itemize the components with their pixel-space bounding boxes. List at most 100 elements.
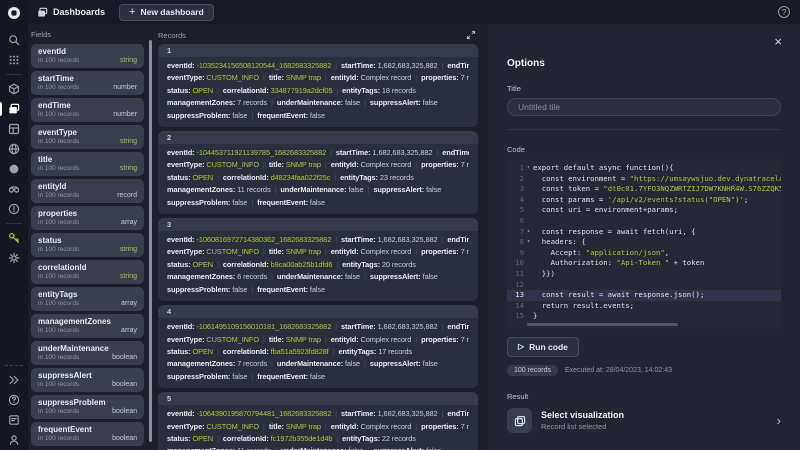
field-card-managementZones[interactable]: managementZones in 100 records array xyxy=(31,314,144,338)
breadcrumb-app[interactable]: Dashboards xyxy=(37,7,105,18)
new-dashboard-button[interactable]: + New dashboard xyxy=(119,3,214,21)
circle-icon[interactable] xyxy=(0,159,28,179)
records-list: 1 eventId: -1035234156508120544_168268332… xyxy=(158,44,478,450)
field-record-count: in 100 records xyxy=(38,381,80,388)
field-card-frequentEvent[interactable]: frequentEvent in 100 records boolean xyxy=(31,422,144,446)
field-card-entityId[interactable]: entityId in 100 records record xyxy=(31,179,144,203)
goggles-icon[interactable] xyxy=(0,179,28,199)
field-type: number xyxy=(113,84,137,91)
field-card-title[interactable]: title in 100 records string xyxy=(31,152,144,176)
field-card-entityTags[interactable]: entityTags in 100 records array xyxy=(31,287,144,311)
field-type: boolean xyxy=(112,354,137,361)
fields-scrollbar[interactable] xyxy=(149,40,152,442)
play-icon: ▷ xyxy=(518,342,525,351)
chevron-right-icon: › xyxy=(776,413,781,428)
run-code-label: Run code xyxy=(529,342,568,352)
field-card-suppressProblem[interactable]: suppressProblem in 100 records boolean xyxy=(31,395,144,419)
code-line-6: 6 xyxy=(507,216,781,227)
help-icon[interactable]: ? xyxy=(778,6,790,18)
dashboards-icon[interactable] xyxy=(0,99,28,119)
record-line: managementZones: 11 records|underMainten… xyxy=(167,445,469,450)
record-card-4[interactable]: 4 eventId: -1061495109156010181_168268332… xyxy=(158,305,478,389)
table-icon[interactable] xyxy=(0,119,28,139)
alert-circle-icon[interactable] xyxy=(0,199,28,219)
field-card-startTime[interactable]: startTime in 100 records number xyxy=(31,71,144,95)
record-card-2[interactable]: 2 eventId: -104453711921139785_1682683325… xyxy=(158,131,478,215)
field-name: eventId xyxy=(38,47,67,56)
record-index: 3 xyxy=(158,218,478,232)
field-card-suppressAlert[interactable]: suppressAlert in 100 records boolean xyxy=(31,368,144,392)
gear-icon[interactable] xyxy=(0,248,28,268)
field-name: suppressAlert xyxy=(38,371,92,380)
record-line: managementZones: 7 records | underMaintena… xyxy=(167,98,438,108)
field-card-correlationId[interactable]: correlationId in 100 records string xyxy=(31,260,144,284)
field-card-properties[interactable]: properties in 100 records array xyxy=(31,206,144,230)
select-visualization-row[interactable]: Select visualization Record list selecte… xyxy=(507,408,781,433)
options-panel: × Options Title Code 1▾export default as… xyxy=(488,24,800,450)
code-line-1: 1 ▾ export default async function(){ xyxy=(519,163,674,172)
topbar: Dashboards + New dashboard ? xyxy=(28,0,800,24)
field-name: endTime xyxy=(38,101,71,110)
run-code-button[interactable]: ▷ Run code xyxy=(507,337,579,357)
record-line: eventType: CUSTOM_INFO | title: SNMP trap |… xyxy=(167,334,469,344)
field-card-eventId[interactable]: eventId in 100 records string xyxy=(31,44,144,68)
fields-header: Fields xyxy=(31,30,52,39)
code-line-10: 10 Authorization: "Api-Token " + token xyxy=(515,258,705,268)
globe-icon[interactable] xyxy=(0,139,28,159)
field-name: startTime xyxy=(38,74,74,83)
records-panel: Records 1 eventId: -1035234156508120544_1… xyxy=(158,30,478,450)
code-line-7: 7 ▾ const response = await fetch(uri, { xyxy=(519,226,696,236)
records-header: Records xyxy=(158,30,186,40)
field-name: correlationId xyxy=(38,263,87,272)
record-line: suppressProblem: false | frequentEvent: fa… xyxy=(167,110,326,120)
collapse-icon[interactable] xyxy=(0,370,28,390)
title-input[interactable] xyxy=(507,98,781,116)
code-line-11: 11 }}) xyxy=(515,268,555,278)
record-card-3[interactable]: 3 eventId: -1060816972714380362_168268332… xyxy=(158,218,478,302)
record-card-1[interactable]: 1 eventId: -1035234156508120544_168268332… xyxy=(158,44,478,128)
record-index: 4 xyxy=(158,305,478,319)
record-line: status: OPEN | correlationId: fc1972b355de… xyxy=(167,433,416,443)
record-card-5[interactable]: 5 eventId: -1064390195870794481_168268332… xyxy=(158,392,478,450)
field-name: title xyxy=(38,155,53,164)
record-line: suppressProblem: false | frequentEvent: fa… xyxy=(167,284,326,294)
logo-icon[interactable] xyxy=(7,6,21,20)
feedback-icon[interactable] xyxy=(0,410,28,430)
code-line-13: 13 const result = await response.json(); xyxy=(507,290,781,301)
code-editor[interactable]: 1 ▾ export default async function(){2 cons… xyxy=(507,159,781,329)
field-type: string xyxy=(119,57,137,64)
help-circle-icon[interactable] xyxy=(0,390,28,410)
record-line: eventType: CUSTOM_INFO | title: SNMP trap |… xyxy=(167,421,469,431)
search-icon[interactable] xyxy=(0,30,28,50)
code-line-14: 14 return result.events; xyxy=(515,300,635,312)
code-line-9: 9 Accept: "application/json", xyxy=(519,247,670,259)
field-name: entityId xyxy=(38,182,67,191)
cube-icon[interactable] xyxy=(0,79,28,99)
record-line: status: OPEN | correlationId: fba51a5923fd… xyxy=(167,346,413,356)
app-title: Dashboards xyxy=(53,7,106,17)
field-card-status[interactable]: status in 100 records string xyxy=(31,233,144,257)
field-name: properties xyxy=(38,209,78,218)
field-type: boolean xyxy=(112,381,137,388)
expand-icon[interactable] xyxy=(466,30,476,40)
record-line: managementZones: 11 records|underMainten… xyxy=(167,185,442,195)
visualization-title: Select visualization xyxy=(541,410,625,420)
user-icon[interactable] xyxy=(0,430,28,450)
field-card-underMaintenance[interactable]: underMaintenance in 100 records boolean xyxy=(31,341,144,365)
apps-grid-icon[interactable] xyxy=(0,50,28,70)
field-type: string xyxy=(119,165,137,172)
code-hscrollbar[interactable] xyxy=(527,323,771,326)
field-type: array xyxy=(121,327,137,334)
field-card-eventType[interactable]: eventType in 100 records string xyxy=(31,125,144,149)
field-card-endTime[interactable]: endTime in 100 records number xyxy=(31,98,144,122)
code-line-15: 15} xyxy=(515,311,538,321)
close-icon[interactable]: × xyxy=(774,35,782,48)
field-type: array xyxy=(121,300,137,307)
key-icon[interactable] xyxy=(0,228,28,248)
fields-list: eventId in 100 records string startTime in 1… xyxy=(31,44,144,446)
code-line-8: 8 ▾ headers: { xyxy=(519,237,586,247)
